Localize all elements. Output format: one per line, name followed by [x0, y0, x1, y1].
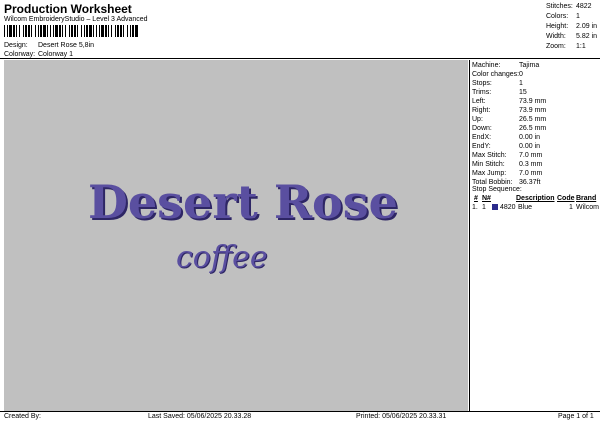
- barcode-bar: [115, 25, 116, 37]
- barcode-bar: [35, 25, 36, 37]
- printed-date: Printed: 05/06/2025 20.33.31: [356, 413, 447, 420]
- barcode-bar: [65, 25, 66, 37]
- barcode-bar: [101, 25, 104, 37]
- col-code: Code: [557, 195, 575, 202]
- barcode-bar: [77, 25, 78, 37]
- col-n: N#: [482, 195, 491, 202]
- row-description: Blue: [518, 204, 533, 211]
- barcode-bar: [47, 25, 48, 37]
- page-number: Page 1 of 1: [558, 413, 594, 420]
- colorway-label: Colorway:: [4, 51, 36, 58]
- barcode-bar: [89, 25, 92, 37]
- col-description: Description: [516, 195, 555, 202]
- barcode-bar: [25, 25, 27, 37]
- barcode-bar: [16, 25, 17, 37]
- design-title: Desert Rose: [88, 175, 398, 229]
- last-saved: Last Saved: 05/06/2025 20.33.28: [148, 413, 252, 420]
- barcode-bar: [99, 25, 100, 37]
- barcode-bar: [38, 25, 39, 37]
- worksheet-title: Production Worksheet: [4, 2, 132, 16]
- colorway-name: Colorway 1: [38, 51, 74, 58]
- barcode-bar: [81, 25, 82, 37]
- machine-info-panel: Machine: Tajima Color changes: 0 Stops: 1 T…: [469, 60, 600, 411]
- design-preview: Desert Rose Desert Rose coffee coffee: [4, 60, 468, 411]
- barcode-bar: [86, 25, 88, 37]
- barcode-bar: [62, 25, 63, 37]
- design-subtitle: coffee: [176, 240, 268, 275]
- barcode-bar: [96, 25, 97, 37]
- barcode-bar: [84, 25, 85, 37]
- stop-sequence-title: Stop Sequence:: [472, 186, 522, 193]
- barcode-bar: [50, 25, 51, 37]
- col-brand: Brand: [576, 195, 597, 202]
- design-row: Design: Desert Rose 5,8in: [0, 42, 200, 51]
- barcode-bar: [130, 25, 131, 37]
- barcode-bar: [53, 25, 54, 37]
- barcode-bar: [4, 25, 5, 37]
- design-name: Desert Rose 5,8in: [38, 42, 95, 49]
- barcode: [4, 25, 138, 37]
- stat-width: Width: 5.82 in: [546, 33, 598, 40]
- thread-color-swatch: [492, 204, 498, 210]
- barcode-bar: [117, 25, 119, 37]
- barcode-bar: [31, 25, 32, 37]
- barcode-bar: [71, 25, 73, 37]
- software-name: Wilcom EmbroideryStudio – Level 3 Advanc…: [4, 16, 148, 23]
- col-index: #: [474, 195, 478, 202]
- embroidery-design: Desert Rose Desert Rose coffee coffee: [88, 175, 400, 276]
- barcode-bar: [69, 25, 70, 37]
- barcode-bar: [55, 25, 58, 37]
- barcode-bar: [7, 25, 8, 37]
- footer-divider: [0, 411, 600, 412]
- design-label: Design:: [4, 42, 28, 49]
- stat-colors: Colors: 1: [546, 13, 580, 20]
- barcode-bar: [19, 25, 20, 37]
- barcode-bar: [40, 25, 42, 37]
- design-stats: Stitches: 4822 Colors: 1 Height: 2.09 in Wi…: [544, 3, 600, 53]
- barcode-bar: [108, 25, 109, 37]
- barcode-bar: [9, 25, 12, 37]
- header-divider: [0, 58, 600, 59]
- created-by: Created By:: [4, 413, 41, 420]
- barcode-bar: [74, 25, 76, 37]
- barcode-bar: [13, 25, 15, 37]
- barcode-bar: [93, 25, 94, 37]
- row-stitches: 4820: [500, 204, 516, 211]
- row-index: 1.: [472, 204, 478, 211]
- row-n: 1: [482, 204, 486, 211]
- barcode-bar: [111, 25, 112, 37]
- stat-stitches: Stitches: 4822: [546, 3, 592, 10]
- stat-height: Height: 2.09 in: [546, 23, 598, 30]
- row-brand: Wilcom: [576, 204, 599, 211]
- barcode-bar: [105, 25, 107, 37]
- barcode-bar: [59, 25, 61, 37]
- barcode-bar: [120, 25, 122, 37]
- barcode-bar: [132, 25, 134, 37]
- row-code: 1: [569, 204, 573, 211]
- barcode-bar: [28, 25, 30, 37]
- barcode-bar: [123, 25, 124, 37]
- stat-zoom: Zoom: 1:1: [546, 43, 586, 50]
- barcode-bar: [43, 25, 46, 37]
- barcode-bar: [23, 25, 24, 37]
- barcode-bar: [135, 25, 138, 37]
- barcode-bar: [127, 25, 128, 37]
